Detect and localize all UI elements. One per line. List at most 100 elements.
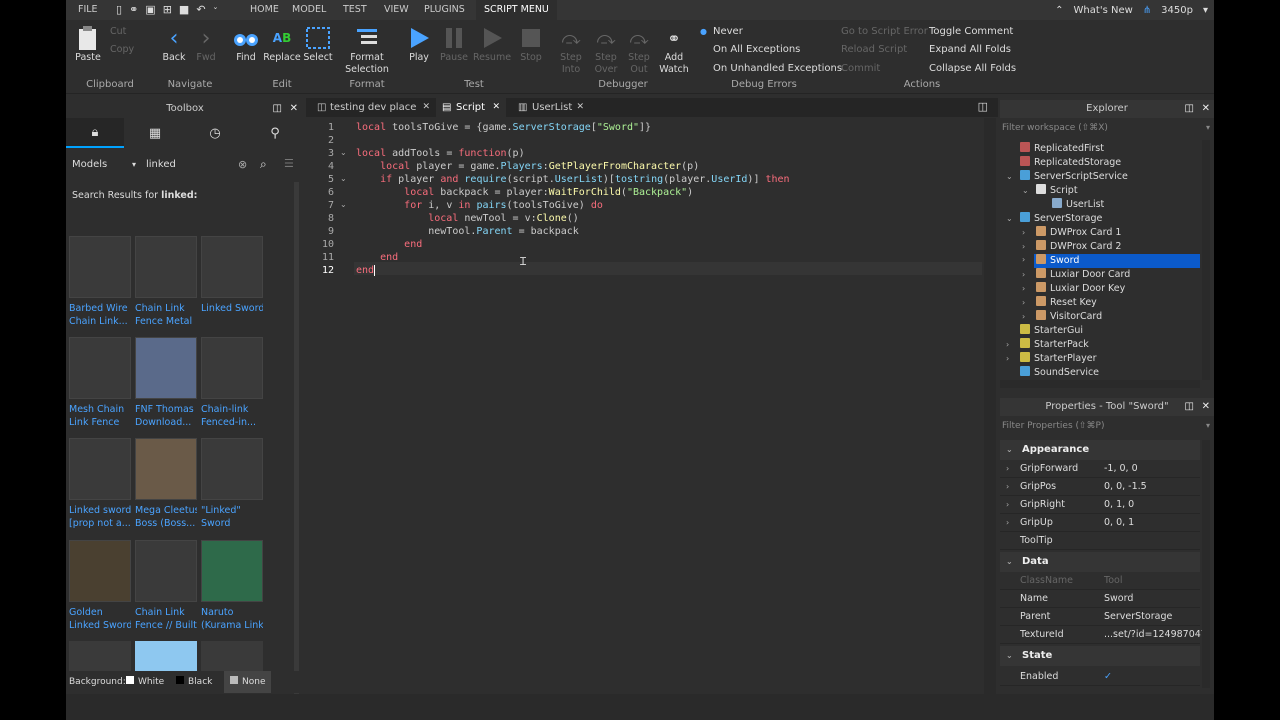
tab-plugins[interactable]: PLUGINS: [424, 0, 465, 20]
fold-toggle-icon[interactable]: ⌄: [340, 148, 347, 157]
property-row[interactable]: › GripForward -1, 0, 0: [1000, 460, 1200, 478]
undo-icon[interactable]: ↶: [196, 3, 205, 16]
tab-script[interactable]: ▤ Script ✕: [436, 98, 506, 117]
tree-item[interactable]: › Reset Key: [1000, 296, 1196, 310]
chevron-right-icon[interactable]: ›: [1006, 478, 1009, 496]
property-row[interactable]: › GripUp 0, 0, 1: [1000, 514, 1200, 532]
tree-item[interactable]: StarterGui: [1000, 324, 1196, 338]
pause-button[interactable]: Pause: [434, 24, 474, 63]
property-value[interactable]: 0, 0, 1: [1104, 514, 1134, 532]
tree-item[interactable]: ⌄ Script: [1000, 184, 1196, 198]
asset-tile[interactable]: Linked sword [prop not a...: [69, 438, 131, 530]
property-value[interactable]: -1, 0, 0: [1104, 460, 1138, 478]
property-value[interactable]: 0, 1, 0: [1104, 496, 1134, 514]
tree-item[interactable]: › VisitorCard: [1000, 310, 1196, 324]
tree-item[interactable]: › DWProx Card 2: [1000, 240, 1196, 254]
explorer-filter-input[interactable]: Filter workspace (⇧⌘X) ▾: [1002, 120, 1212, 136]
bg-none-option[interactable]: None: [224, 671, 272, 693]
undock-icon[interactable]: ◫: [1185, 100, 1194, 118]
close-icon[interactable]: ✕: [1202, 100, 1210, 118]
tab-inventory[interactable]: 🔒︎: [66, 118, 124, 148]
chevron-right-icon[interactable]: ›: [1006, 338, 1009, 352]
section-data[interactable]: ⌄ Data: [1000, 552, 1200, 572]
step-out-button[interactable]: ⤼ Step Out: [620, 24, 658, 76]
property-value[interactable]: 0, 0, -1.5: [1104, 478, 1147, 496]
category-dropdown[interactable]: Models ▾: [72, 156, 136, 174]
asset-tile[interactable]: Barbed Wire Chain Link...: [69, 236, 131, 328]
explorer-scrollbar[interactable]: [1202, 140, 1210, 380]
asset-thumbnail-partial[interactable]: [69, 641, 131, 671]
tab-marketplace[interactable]: ▦: [126, 118, 184, 148]
reload-script-button[interactable]: Reload Script: [841, 44, 907, 55]
property-value[interactable]: ServerStorage: [1104, 608, 1172, 626]
stop-button[interactable]: Stop: [511, 24, 551, 63]
explorer-h-scrollbar[interactable]: [1000, 380, 1200, 388]
fold-toggle-icon[interactable]: ⌄: [340, 174, 347, 183]
tree-item[interactable]: ReplicatedFirst: [1000, 142, 1196, 156]
chevron-right-icon[interactable]: ›: [1022, 226, 1025, 240]
copy-button[interactable]: Copy: [110, 44, 134, 55]
property-row[interactable]: › GripPos 0, 0, -1.5: [1000, 478, 1200, 496]
search-icon[interactable]: ⌕: [260, 157, 267, 172]
close-icon[interactable]: ✕: [1202, 398, 1210, 416]
undock-icon[interactable]: ◫: [1185, 398, 1194, 416]
chevron-right-icon[interactable]: ›: [1022, 268, 1025, 282]
asset-tile[interactable]: Naruto (Kurama Link: [201, 540, 263, 632]
tree-item[interactable]: › Luxiar Door Key: [1000, 282, 1196, 296]
chevron-right-icon[interactable]: ›: [1006, 352, 1009, 366]
tab-test[interactable]: TEST: [343, 0, 367, 20]
close-icon[interactable]: ✕: [576, 98, 584, 117]
on-all-exceptions-option[interactable]: On All Exceptions: [713, 44, 800, 55]
search-input[interactable]: linked: [146, 156, 236, 174]
play-button[interactable]: Play: [399, 24, 439, 63]
asset-tile[interactable]: "Linked" Sword: [201, 438, 263, 530]
property-row[interactable]: › GripRight 0, 1, 0: [1000, 496, 1200, 514]
tab-recent[interactable]: ◷: [186, 118, 244, 148]
chevron-up-icon[interactable]: ⌃: [1055, 5, 1063, 16]
toggle-comment-button[interactable]: Toggle Comment: [929, 26, 1013, 37]
chevron-down-icon[interactable]: ⌄: [1006, 212, 1013, 226]
toolbox-scrollbar[interactable]: [294, 182, 299, 702]
close-icon[interactable]: ✕: [492, 98, 500, 117]
asset-tile[interactable]: Linked Sword: [201, 236, 263, 315]
properties-scrollbar[interactable]: [1202, 440, 1210, 688]
tree-item[interactable]: SoundService: [1000, 366, 1196, 380]
format-selection-button[interactable]: Format Selection: [342, 24, 392, 76]
chevron-right-icon[interactable]: ›: [1022, 282, 1025, 296]
asset-tile[interactable]: Chain Link Fence Metal: [135, 236, 197, 328]
property-row[interactable]: TextureId ...set/?id=124987047: [1000, 626, 1207, 644]
commit-button[interactable]: Commit: [841, 63, 880, 74]
binoculars-icon[interactable]: ⚭: [129, 3, 138, 16]
tree-item[interactable]: ReplicatedStorage: [1000, 156, 1196, 170]
property-row[interactable]: ToolTip: [1000, 532, 1200, 550]
file-menu[interactable]: FILE: [78, 0, 98, 20]
tree-item[interactable]: ⌄ ServerStorage: [1000, 212, 1196, 226]
asset-tile[interactable]: Golden Linked Sword: [69, 540, 131, 632]
chevron-down-icon[interactable]: ⌄: [1006, 170, 1013, 184]
fold-toggle-icon[interactable]: ⌄: [340, 200, 347, 209]
find-button[interactable]: Find: [226, 24, 266, 63]
asset-tile[interactable]: Mega Cleetus Boss (Boss...: [135, 438, 197, 530]
step-into-button[interactable]: ⤼ Step Into: [552, 24, 590, 76]
square-icon[interactable]: ■: [179, 3, 189, 16]
bg-white-option[interactable]: White: [126, 671, 164, 693]
never-option[interactable]: ● Never: [700, 26, 743, 37]
section-state[interactable]: ⌄ State: [1000, 646, 1200, 666]
tree-item[interactable]: › StarterPlayer: [1000, 352, 1196, 366]
select-button[interactable]: Select: [298, 24, 338, 63]
bg-black-option[interactable]: Black: [176, 671, 212, 693]
chevron-down-icon[interactable]: ▾: [1203, 5, 1208, 16]
chevron-down-icon[interactable]: ⌄: [213, 3, 219, 16]
tab-creations[interactable]: ⚲: [246, 118, 304, 148]
property-value[interactable]: Sword: [1104, 590, 1133, 608]
enabled-checkbox[interactable]: ✓: [1104, 668, 1112, 686]
share-icon[interactable]: ⋔: [1143, 5, 1151, 16]
properties-filter-input[interactable]: Filter Properties (⇧⌘P) ▾: [1002, 418, 1212, 434]
paste-button[interactable]: Paste: [68, 24, 108, 63]
tab-script-menu[interactable]: SCRIPT MENU: [476, 0, 557, 20]
chevron-right-icon[interactable]: ›: [1006, 496, 1009, 514]
asset-tile[interactable]: Chain-link Fenced-in...: [201, 337, 263, 429]
expand-all-folds-button[interactable]: Expand All Folds: [929, 44, 1011, 55]
new-file-icon[interactable]: ▯: [116, 3, 122, 16]
publish-icon[interactable]: ⊞: [163, 3, 172, 16]
